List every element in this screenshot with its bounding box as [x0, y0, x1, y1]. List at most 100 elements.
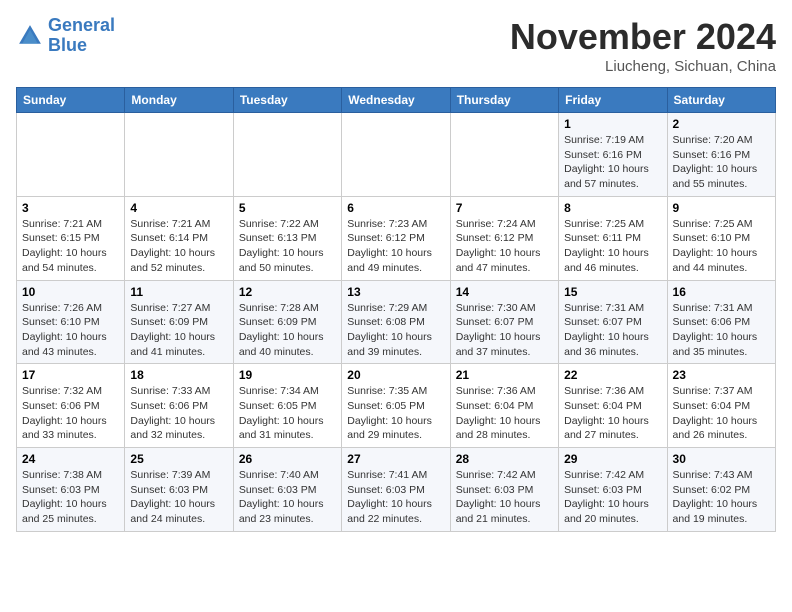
calendar-cell: 1 Sunrise: 7:19 AM Sunset: 6:16 PM Daylig… — [559, 113, 667, 197]
day-info: Sunrise: 7:27 AM Sunset: 6:09 PM Dayligh… — [130, 301, 227, 360]
day-number: 2 — [673, 117, 770, 131]
week-row-1: 1 Sunrise: 7:19 AM Sunset: 6:16 PM Daylig… — [17, 113, 776, 197]
day-number: 26 — [239, 452, 336, 466]
day-info: Sunrise: 7:25 AM Sunset: 6:11 PM Dayligh… — [564, 217, 661, 276]
calendar-cell: 15 Sunrise: 7:31 AM Sunset: 6:07 PM Dayli… — [559, 280, 667, 364]
week-row-3: 10 Sunrise: 7:26 AM Sunset: 6:10 PM Dayli… — [17, 280, 776, 364]
day-info: Sunrise: 7:28 AM Sunset: 6:09 PM Dayligh… — [239, 301, 336, 360]
calendar-cell: 16Sunrise: 7:31 AM Sunset: 6:06 PM Dayli… — [667, 280, 775, 364]
calendar-cell: 11 Sunrise: 7:27 AM Sunset: 6:09 PM Dayli… — [125, 280, 233, 364]
calendar-cell: 23Sunrise: 7:37 AM Sunset: 6:04 PM Dayli… — [667, 364, 775, 448]
calendar-cell: 28 Sunrise: 7:42 AM Sunset: 6:03 PM Dayli… — [450, 448, 558, 532]
calendar-cell: 10 Sunrise: 7:26 AM Sunset: 6:10 PM Dayli… — [17, 280, 125, 364]
week-row-4: 17Sunrise: 7:32 AM Sunset: 6:06 PM Dayli… — [17, 364, 776, 448]
day-number: 1 — [564, 117, 661, 131]
calendar-cell — [450, 113, 558, 197]
day-number: 4 — [130, 201, 227, 215]
calendar-cell: 27 Sunrise: 7:41 AM Sunset: 6:03 PM Dayli… — [342, 448, 450, 532]
day-info: Sunrise: 7:42 AM Sunset: 6:03 PM Dayligh… — [564, 468, 661, 527]
logo-line2: Blue — [48, 35, 87, 55]
week-row-2: 3 Sunrise: 7:21 AM Sunset: 6:15 PM Daylig… — [17, 196, 776, 280]
day-number: 30 — [673, 452, 770, 466]
calendar-cell: 24Sunrise: 7:38 AM Sunset: 6:03 PM Dayli… — [17, 448, 125, 532]
day-number: 16 — [673, 285, 770, 299]
day-number: 19 — [239, 368, 336, 382]
day-number: 9 — [673, 201, 770, 215]
day-info: Sunrise: 7:39 AM Sunset: 6:03 PM Dayligh… — [130, 468, 227, 527]
day-number: 20 — [347, 368, 444, 382]
day-info: Sunrise: 7:26 AM Sunset: 6:10 PM Dayligh… — [22, 301, 119, 360]
day-info: Sunrise: 7:37 AM Sunset: 6:04 PM Dayligh… — [673, 384, 770, 443]
day-number: 25 — [130, 452, 227, 466]
day-number: 22 — [564, 368, 661, 382]
day-info: Sunrise: 7:35 AM Sunset: 6:05 PM Dayligh… — [347, 384, 444, 443]
day-number: 21 — [456, 368, 553, 382]
day-number: 3 — [22, 201, 119, 215]
day-number: 10 — [22, 285, 119, 299]
month-title: November 2024 — [510, 16, 776, 58]
day-number: 13 — [347, 285, 444, 299]
calendar-cell: 3 Sunrise: 7:21 AM Sunset: 6:15 PM Daylig… — [17, 196, 125, 280]
calendar-cell — [342, 113, 450, 197]
weekday-header-sunday: Sunday — [17, 88, 125, 113]
calendar-cell: 25 Sunrise: 7:39 AM Sunset: 6:03 PM Dayli… — [125, 448, 233, 532]
calendar-cell: 5 Sunrise: 7:22 AM Sunset: 6:13 PM Daylig… — [233, 196, 341, 280]
calendar-cell: 9 Sunrise: 7:25 AM Sunset: 6:10 PM Daylig… — [667, 196, 775, 280]
location: Liucheng, Sichuan, China — [510, 58, 776, 75]
weekday-header-thursday: Thursday — [450, 88, 558, 113]
calendar-cell: 22 Sunrise: 7:36 AM Sunset: 6:04 PM Dayli… — [559, 364, 667, 448]
day-info: Sunrise: 7:21 AM Sunset: 6:14 PM Dayligh… — [130, 217, 227, 276]
calendar-cell — [125, 113, 233, 197]
calendar-cell: 2Sunrise: 7:20 AM Sunset: 6:16 PM Daylig… — [667, 113, 775, 197]
calendar-cell — [233, 113, 341, 197]
day-info: Sunrise: 7:22 AM Sunset: 6:13 PM Dayligh… — [239, 217, 336, 276]
day-info: Sunrise: 7:24 AM Sunset: 6:12 PM Dayligh… — [456, 217, 553, 276]
weekday-header-wednesday: Wednesday — [342, 88, 450, 113]
weekday-header-row: SundayMondayTuesdayWednesdayThursdayFrid… — [17, 88, 776, 113]
calendar-cell: 17Sunrise: 7:32 AM Sunset: 6:06 PM Dayli… — [17, 364, 125, 448]
day-info: Sunrise: 7:25 AM Sunset: 6:10 PM Dayligh… — [673, 217, 770, 276]
day-info: Sunrise: 7:33 AM Sunset: 6:06 PM Dayligh… — [130, 384, 227, 443]
day-number: 11 — [130, 285, 227, 299]
day-info: Sunrise: 7:23 AM Sunset: 6:12 PM Dayligh… — [347, 217, 444, 276]
title-block: November 2024 Liucheng, Sichuan, China — [510, 16, 776, 75]
calendar-cell: 4 Sunrise: 7:21 AM Sunset: 6:14 PM Daylig… — [125, 196, 233, 280]
day-info: Sunrise: 7:41 AM Sunset: 6:03 PM Dayligh… — [347, 468, 444, 527]
calendar-cell: 7Sunrise: 7:24 AM Sunset: 6:12 PM Daylig… — [450, 196, 558, 280]
day-number: 24 — [22, 452, 119, 466]
weekday-header-tuesday: Tuesday — [233, 88, 341, 113]
day-info: Sunrise: 7:19 AM Sunset: 6:16 PM Dayligh… — [564, 133, 661, 192]
calendar-cell — [17, 113, 125, 197]
day-number: 15 — [564, 285, 661, 299]
day-info: Sunrise: 7:21 AM Sunset: 6:15 PM Dayligh… — [22, 217, 119, 276]
day-number: 14 — [456, 285, 553, 299]
day-number: 28 — [456, 452, 553, 466]
logo-icon — [16, 22, 44, 50]
week-row-5: 24Sunrise: 7:38 AM Sunset: 6:03 PM Dayli… — [17, 448, 776, 532]
calendar-cell: 26Sunrise: 7:40 AM Sunset: 6:03 PM Dayli… — [233, 448, 341, 532]
day-info: Sunrise: 7:29 AM Sunset: 6:08 PM Dayligh… — [347, 301, 444, 360]
day-number: 27 — [347, 452, 444, 466]
day-info: Sunrise: 7:36 AM Sunset: 6:04 PM Dayligh… — [564, 384, 661, 443]
calendar-cell: 6 Sunrise: 7:23 AM Sunset: 6:12 PM Daylig… — [342, 196, 450, 280]
day-number: 5 — [239, 201, 336, 215]
day-info: Sunrise: 7:31 AM Sunset: 6:07 PM Dayligh… — [564, 301, 661, 360]
calendar-cell: 30Sunrise: 7:43 AM Sunset: 6:02 PM Dayli… — [667, 448, 775, 532]
logo-line1: General — [48, 15, 115, 35]
day-number: 6 — [347, 201, 444, 215]
calendar: SundayMondayTuesdayWednesdayThursdayFrid… — [16, 87, 776, 532]
logo-text: General Blue — [48, 16, 115, 56]
calendar-cell: 20 Sunrise: 7:35 AM Sunset: 6:05 PM Dayli… — [342, 364, 450, 448]
calendar-cell: 8 Sunrise: 7:25 AM Sunset: 6:11 PM Daylig… — [559, 196, 667, 280]
calendar-cell: 18 Sunrise: 7:33 AM Sunset: 6:06 PM Dayli… — [125, 364, 233, 448]
logo: General Blue — [16, 16, 115, 56]
page-header: General Blue November 2024 Liucheng, Sic… — [16, 16, 776, 75]
day-number: 17 — [22, 368, 119, 382]
weekday-header-friday: Friday — [559, 88, 667, 113]
day-number: 18 — [130, 368, 227, 382]
day-info: Sunrise: 7:30 AM Sunset: 6:07 PM Dayligh… — [456, 301, 553, 360]
day-info: Sunrise: 7:42 AM Sunset: 6:03 PM Dayligh… — [456, 468, 553, 527]
day-info: Sunrise: 7:36 AM Sunset: 6:04 PM Dayligh… — [456, 384, 553, 443]
day-number: 8 — [564, 201, 661, 215]
calendar-cell: 14 Sunrise: 7:30 AM Sunset: 6:07 PM Dayli… — [450, 280, 558, 364]
